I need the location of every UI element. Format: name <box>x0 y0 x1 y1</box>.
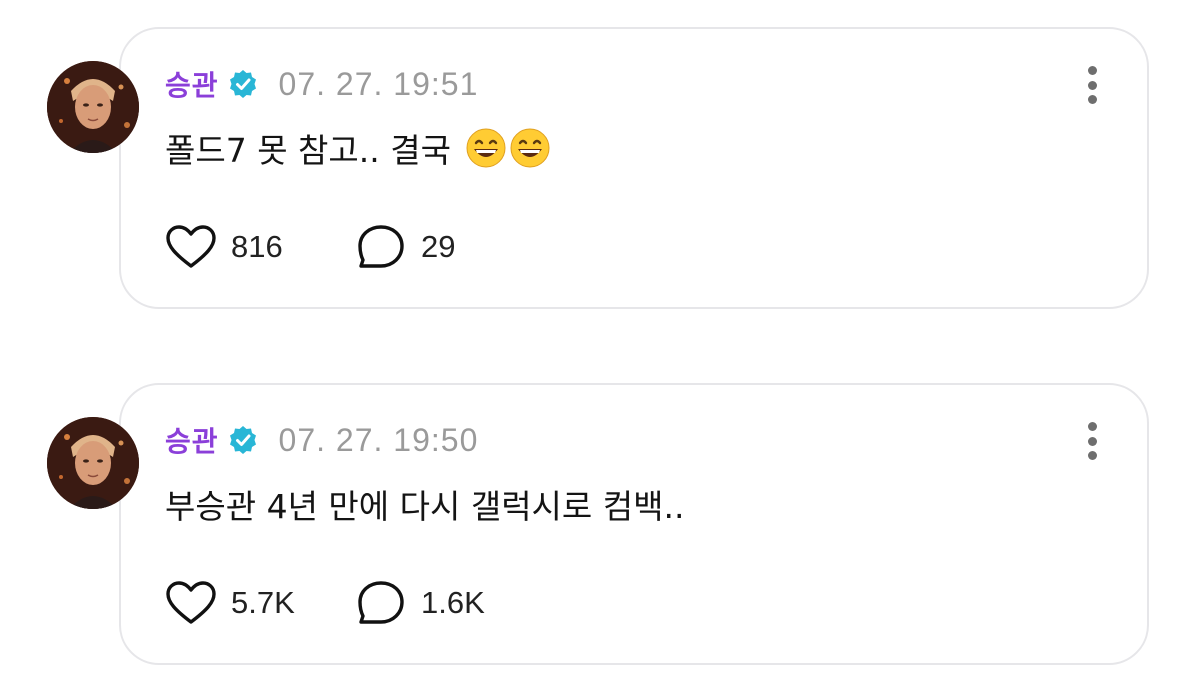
author-name[interactable]: 승관 <box>165 420 219 460</box>
like-button[interactable]: 5.7K <box>165 580 355 626</box>
post-text: 부승관 4년 만에 다시 갤럭시로 컴백.. <box>165 480 684 528</box>
post-stats: 816 29 <box>165 222 455 272</box>
avatar[interactable] <box>47 61 139 153</box>
post: 승관 07. 27. 19:50 부승관 4년 만에 다시 갤럭시로 컴백.. … <box>0 356 1199 665</box>
comment-bubble-icon <box>355 224 407 270</box>
comment-count: 29 <box>421 229 456 264</box>
heart-icon <box>165 224 217 270</box>
comment-button[interactable]: 1.6K <box>355 580 485 626</box>
more-options-icon[interactable] <box>1082 422 1102 460</box>
comment-count: 1.6K <box>421 585 485 620</box>
avatar[interactable] <box>47 417 139 509</box>
verified-badge-icon <box>227 68 259 100</box>
like-count: 5.7K <box>231 585 295 620</box>
grinning-emoji-icon <box>509 127 551 177</box>
avatar-image <box>47 61 139 153</box>
heart-icon <box>165 580 217 626</box>
verified-badge-icon <box>227 424 259 456</box>
post-timestamp: 07. 27. 19:50 <box>278 421 479 458</box>
post-timestamp: 07. 27. 19:51 <box>278 65 479 102</box>
comment-bubble-icon <box>355 580 407 626</box>
post-stats: 5.7K 1.6K <box>165 578 485 628</box>
like-count: 816 <box>231 229 283 264</box>
post-header: 승관 07. 27. 19:50 <box>165 418 478 462</box>
post-text-body: 부승관 4년 만에 다시 갤럭시로 컴백.. <box>165 487 685 526</box>
post: 승관 07. 27. 19:51 폴드7 못 참고.. 결국 816 29 <box>0 0 1199 309</box>
post-text-body: 폴드7 못 참고.. 결국 <box>165 131 451 170</box>
like-button[interactable]: 816 <box>165 224 355 270</box>
comment-button[interactable]: 29 <box>355 224 455 270</box>
avatar-image <box>47 417 139 509</box>
post-text: 폴드7 못 참고.. 결국 <box>165 124 551 177</box>
post-header: 승관 07. 27. 19:51 <box>165 62 478 106</box>
more-options-icon[interactable] <box>1082 66 1102 104</box>
author-name[interactable]: 승관 <box>165 64 219 104</box>
grinning-emoji-icon <box>465 127 507 177</box>
